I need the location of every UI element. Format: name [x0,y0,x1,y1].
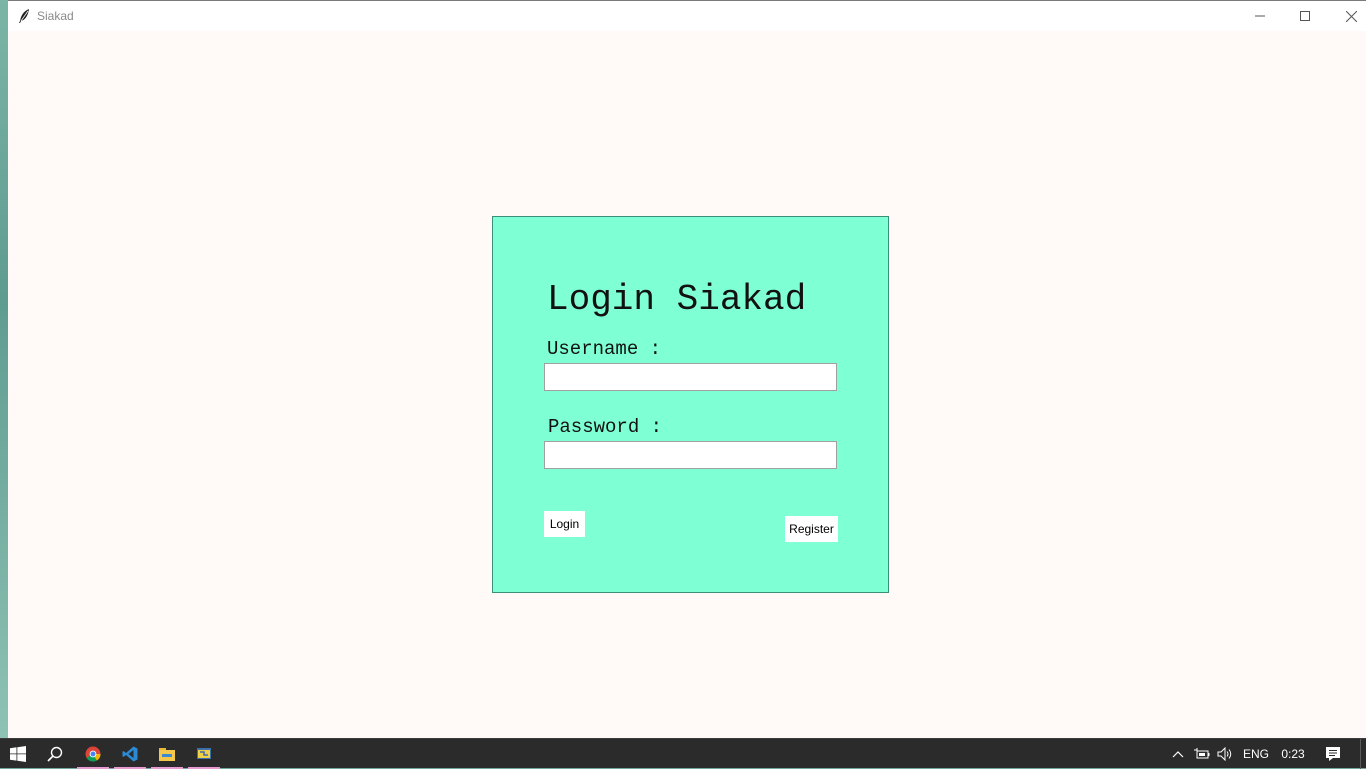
battery-icon [1194,748,1210,759]
window-content: Login Siakad Username : Password : Login… [8,31,1366,738]
minimize-button[interactable] [1237,1,1283,31]
chrome-icon [85,746,101,762]
notification-icon [1326,747,1340,761]
chevron-up-icon [1172,751,1184,758]
taskbar-app-file-explorer[interactable] [149,739,185,769]
tray-overflow-button[interactable] [1168,739,1188,769]
windows-logo-icon [10,746,26,762]
file-explorer-icon [159,748,175,761]
register-button[interactable]: Register [785,516,838,542]
start-button[interactable] [0,739,36,769]
maximize-button[interactable] [1282,1,1328,31]
taskbar: ENG 0:23 [0,738,1366,769]
app-window: Siakad Login Siakad Username : Password … [8,0,1366,738]
password-label: Password : [548,416,663,438]
python-icon [197,748,211,759]
speaker-icon [1217,747,1232,761]
username-label: Username : [547,338,662,360]
window-title: Siakad [37,9,74,23]
login-title: Login Siakad [547,279,807,320]
action-center-button[interactable] [1322,739,1344,769]
taskbar-app-chrome[interactable] [75,739,111,769]
taskbar-app-python[interactable] [186,739,222,769]
minimize-icon [1255,15,1265,17]
maximize-icon [1300,11,1310,21]
desktop-background [0,0,8,738]
tray-clock[interactable]: 0:23 [1278,739,1308,769]
close-icon [1345,10,1357,22]
taskbar-app-vscode[interactable] [112,739,148,769]
feather-icon [19,9,29,23]
login-panel: Login Siakad Username : Password : Login… [492,216,889,593]
tray-volume[interactable] [1215,739,1235,769]
show-desktop-button[interactable] [1360,739,1366,769]
close-button[interactable] [1328,1,1366,31]
search-button[interactable] [36,739,73,769]
search-icon [46,746,62,762]
password-input[interactable] [544,441,837,469]
tray-battery[interactable] [1192,739,1212,769]
vscode-icon [122,746,138,762]
tray-language[interactable]: ENG [1242,739,1270,769]
username-input[interactable] [544,363,837,391]
login-button[interactable]: Login [544,511,585,537]
title-bar[interactable]: Siakad [8,0,1366,31]
